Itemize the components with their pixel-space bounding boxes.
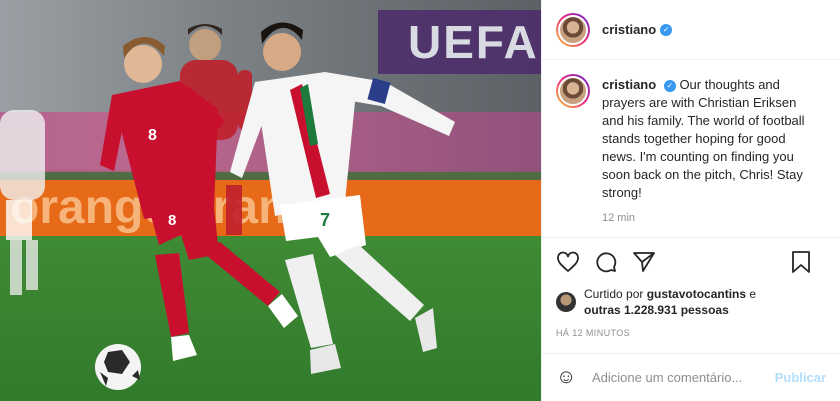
add-comment-bar: ☺ Publicar [542,353,840,401]
caption-time[interactable]: 12 min [602,212,818,224]
post-header: cristiano ✓ [542,0,840,60]
action-bar [556,246,826,278]
heart-icon[interactable] [556,250,580,274]
post-timestamp[interactable]: HÁ 12 MINUTOS [556,328,826,338]
likes-count[interactable]: outras 1.228.931 pessoas [584,303,729,317]
portugal-shorts-number: 7 [320,210,330,230]
liker-username[interactable]: gustavotocantins [647,287,746,301]
author-username[interactable]: cristiano [602,22,656,37]
liker-avatar[interactable] [556,292,576,312]
caption-verified-icon: ✓ [663,79,676,92]
author-avatar[interactable] [556,12,590,47]
caption-username[interactable]: cristiano [602,77,656,92]
football [95,344,141,390]
background-player-left [0,110,45,295]
instagram-post: UEFA orange orange 8 8 7 cristiano ✓ cri… [0,0,840,401]
likes-suffix: e [749,287,757,301]
share-icon[interactable] [632,250,656,274]
jersey-number-back: 8 [148,127,157,144]
likes-prefix: Curtido por [584,287,644,301]
post-sidebar: cristiano ✓ cristiano ✓ Our thoughts and… [541,0,840,401]
likes-text: Curtido por gustavotocantins e outras 1.… [584,286,756,318]
post-photo[interactable]: UEFA orange orange 8 8 7 [0,0,541,401]
comment-icon[interactable] [594,250,618,274]
players-illustration: 8 8 7 [0,22,455,390]
shorts-number: 8 [168,212,176,229]
caption-text: cristiano ✓ Our thoughts and prayers are… [602,76,818,202]
comments-section: cristiano ✓ Our thoughts and prayers are… [542,60,840,237]
actions-section: Curtido por gustavotocantins e outras 1.… [542,237,840,353]
bookmark-icon[interactable] [790,250,812,274]
likes-summary: Curtido por gustavotocantins e outras 1.… [556,286,826,318]
caption-avatar[interactable] [556,74,590,108]
caption-body-text: Our thoughts and prayers are with Christ… [602,77,805,200]
verified-badge-icon: ✓ [660,23,673,36]
portugal-player: 7 [230,22,455,374]
comment-input[interactable] [592,370,775,385]
publish-button[interactable]: Publicar [775,370,826,385]
emoji-icon[interactable]: ☺ [556,366,580,389]
caption: cristiano ✓ Our thoughts and prayers are… [556,74,826,224]
